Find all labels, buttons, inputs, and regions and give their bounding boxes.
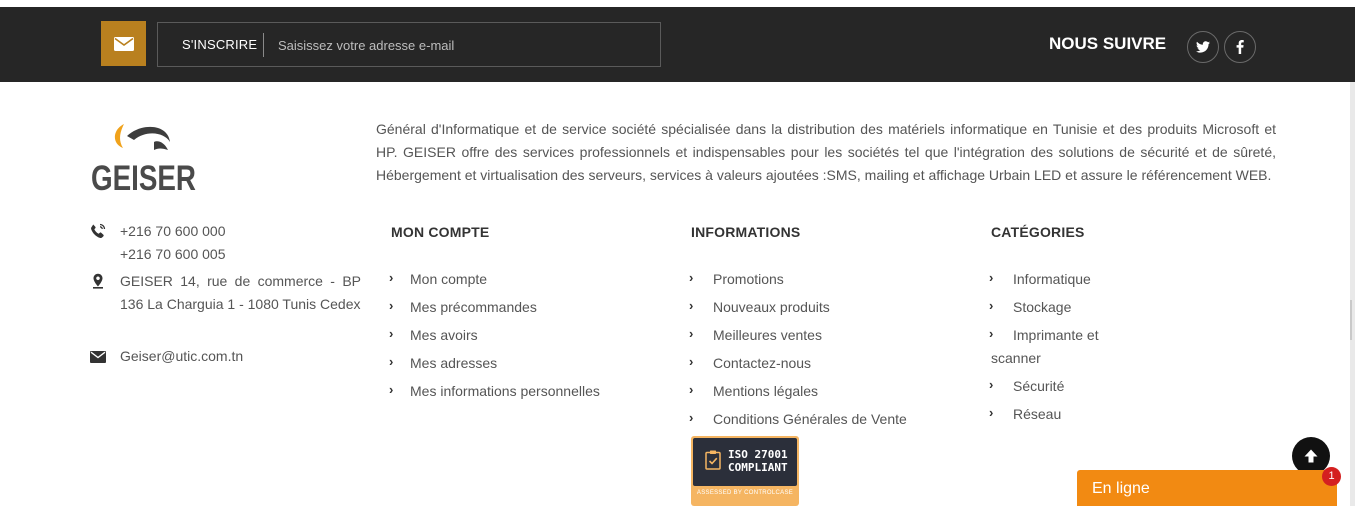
- chevron-right-icon: ›: [989, 405, 994, 420]
- chat-status-label: En ligne: [1092, 480, 1150, 497]
- badge-assessed-label: ASSESSED BY CONTROLCASE: [696, 490, 794, 496]
- chevron-right-icon: ›: [689, 354, 694, 369]
- phone-number-2[interactable]: +216 70 600 005: [120, 243, 226, 266]
- phone-icon: [91, 223, 106, 239]
- chevron-right-icon: ›: [389, 298, 394, 313]
- location-pin-icon: [93, 273, 103, 289]
- top-strip: [0, 0, 1355, 7]
- badge-iso-label: ISO 27001: [728, 448, 788, 461]
- email-icon: [90, 351, 106, 363]
- clipboard-check-icon: [705, 450, 721, 470]
- account-column-title: MON COMPTE: [391, 224, 490, 240]
- chevron-right-icon: ›: [989, 326, 994, 341]
- contact-email: Geiser@utic.com.tn: [90, 345, 370, 368]
- newsletter-form: S'INSCRIRE: [157, 22, 661, 67]
- chevron-right-icon: ›: [689, 382, 694, 397]
- chevron-right-icon: ›: [689, 326, 694, 341]
- chevron-right-icon: ›: [389, 270, 394, 285]
- contact-phones: +216 70 600 000 +216 70 600 005: [90, 220, 370, 266]
- subscribe-divider: [263, 33, 264, 57]
- badge-compliant-label: COMPLIANT: [728, 461, 788, 474]
- chat-notification-badge: 1: [1322, 467, 1341, 486]
- twitter-button[interactable]: [1187, 31, 1219, 63]
- scrollbar-thumb[interactable]: [1350, 300, 1352, 340]
- email-link[interactable]: Geiser@utic.com.tn: [120, 345, 243, 368]
- company-description: Général d'Informatique et de service soc…: [376, 121, 1276, 183]
- live-chat-widget[interactable]: En ligne: [1077, 470, 1337, 506]
- newsletter-bar: S'INSCRIRE NOUS SUIVRE: [0, 7, 1355, 82]
- chevron-right-icon: ›: [989, 298, 994, 313]
- follow-us-title: NOUS SUIVRE: [1049, 34, 1167, 53]
- chevron-right-icon: ›: [389, 382, 394, 397]
- twitter-icon: [1196, 41, 1210, 53]
- geiser-logo[interactable]: GEISER: [90, 120, 200, 195]
- page-scrollbar[interactable]: [1350, 82, 1355, 506]
- information-column-title: INFORMATIONS: [691, 224, 801, 240]
- chevron-right-icon: ›: [389, 354, 394, 369]
- envelope-icon: [101, 21, 146, 66]
- contact-address: GEISER 14, rue de commerce - BP 136 La C…: [90, 270, 362, 340]
- chevron-right-icon: ›: [389, 326, 394, 341]
- categories-column-title: CATÉGORIES: [991, 224, 1085, 240]
- chevron-right-icon: ›: [689, 270, 694, 285]
- facebook-button[interactable]: [1224, 31, 1256, 63]
- phone-number-1[interactable]: +216 70 600 000: [120, 220, 226, 243]
- chevron-right-icon: ›: [689, 410, 694, 425]
- logo-wordmark: GEISER: [91, 160, 196, 194]
- address-text: GEISER 14, rue de commerce - BP 136 La C…: [120, 273, 361, 312]
- chevron-right-icon: ›: [689, 298, 694, 313]
- arrow-up-icon: [1304, 449, 1318, 463]
- badge-panel: ISO 27001 COMPLIANT: [693, 438, 797, 486]
- chevron-right-icon: ›: [989, 377, 994, 392]
- iso-compliance-badge[interactable]: ISO 27001 COMPLIANT ASSESSED BY CONTROLC…: [691, 436, 799, 506]
- newsletter-email-input[interactable]: [278, 29, 648, 61]
- subscribe-button[interactable]: S'INSCRIRE: [182, 23, 257, 66]
- facebook-icon: [1236, 40, 1244, 54]
- chevron-right-icon: ›: [989, 270, 994, 285]
